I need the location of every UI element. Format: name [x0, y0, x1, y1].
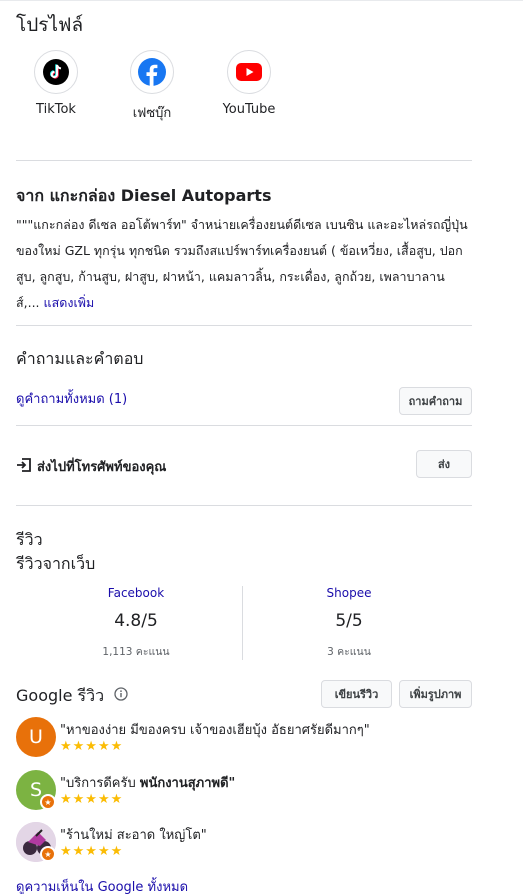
review-text-plain: "หาของง่าย มีของครบ เจ้าของเฮียบุ้ง อัธย… [60, 723, 370, 738]
profiles-title: โปรไฟล์ [16, 14, 84, 36]
add-photo-button[interactable]: เพิ่มรูปภาพ [399, 680, 472, 708]
source-score: 5/5 [335, 611, 363, 631]
review-item[interactable]: ★ "ร้านใหม่ สะอาด ใหญ่โต" ★★★★★ [16, 822, 486, 866]
profile-label: YouTube [222, 102, 276, 117]
tiktok-icon [34, 50, 78, 94]
divider [16, 425, 472, 426]
star-rating: ★★★★★ [60, 792, 124, 807]
review-text-plain: "บริการดีครับ [60, 776, 140, 791]
review-text: "บริการดีครับ พนักงานสุภาพดี" [60, 772, 235, 793]
web-review-facebook[interactable]: Facebook 4.8/5 1,113 คะแนน [61, 586, 211, 660]
review-item[interactable]: U "หาของง่าย มีของครบ เจ้าของเฮียบุ้ง อั… [16, 717, 486, 761]
review-text-bold: พนักงานสุภาพดี" [139, 776, 236, 791]
web-review-shopee[interactable]: Shopee 5/5 3 คะแนน [274, 586, 424, 660]
local-guide-badge-icon: ★ [40, 794, 56, 810]
send-button[interactable]: ส่ง [416, 450, 472, 478]
google-reviews-title: Google รีวิว [16, 686, 105, 705]
star-rating: ★★★★★ [60, 739, 124, 754]
source-score: 4.8/5 [114, 611, 158, 631]
source-count: 1,113 คะแนน [102, 646, 170, 658]
about-description: """แกะกล่อง ดีเซล ออโต้พาร์ท" จำหน่ายเคร… [16, 212, 474, 316]
source-name: Facebook [107, 586, 165, 600]
info-icon[interactable] [114, 686, 128, 701]
star-rating: ★★★★★ [60, 844, 124, 859]
write-review-button[interactable]: เขียนรีวิว [321, 680, 392, 708]
ask-question-button[interactable]: ถามคำถาม [399, 387, 472, 415]
profile-facebook[interactable]: เฟซบุ๊ก [112, 50, 192, 123]
all-questions-link[interactable]: ดูคำถามทั้งหมด (1) [16, 388, 127, 409]
profile-label: TikTok [36, 102, 76, 117]
source-name: Shopee [326, 586, 372, 600]
review-text: "หาของง่าย มีของครบ เจ้าของเฮียบุ้ง อัธย… [60, 719, 370, 740]
reviews-title: รีวิว [16, 530, 43, 549]
qa-title: คำถามและคำตอบ [16, 349, 144, 368]
profile-youtube[interactable]: YouTube [209, 50, 289, 117]
avatar: U [16, 717, 56, 757]
vertical-divider [242, 586, 243, 660]
youtube-icon [227, 50, 271, 94]
facebook-icon [130, 50, 174, 94]
send-to-phone-icon [16, 457, 32, 473]
divider [16, 505, 472, 506]
web-reviews-title: รีวิวจากเว็บ [16, 554, 96, 573]
divider [16, 325, 472, 326]
divider [16, 160, 472, 161]
profile-label: เฟซบุ๊ก [132, 106, 172, 121]
top-border [0, 0, 523, 1]
review-text: "ร้านใหม่ สะอาด ใหญ่โต" [60, 824, 207, 845]
review-item[interactable]: S ★ "บริการดีครับ พนักงานสุภาพดี" ★★★★★ [16, 770, 486, 814]
send-to-phone-label: ส่งไปที่โทรศัพท์ของคุณ [37, 460, 167, 475]
show-more-link[interactable]: แสดงเพิ่ม [44, 295, 95, 310]
local-guide-badge-icon: ★ [40, 846, 56, 862]
review-text-plain: "ร้านใหม่ สะอาด ใหญ่โต" [60, 828, 207, 843]
all-google-reviews-link[interactable]: ดูความเห็นใน Google ทั้งหมด [16, 876, 188, 894]
about-title: จาก แกะกล่อง Diesel Autoparts [16, 186, 272, 205]
source-count: 3 คะแนน [327, 646, 371, 658]
profile-tiktok[interactable]: TikTok [16, 50, 96, 117]
